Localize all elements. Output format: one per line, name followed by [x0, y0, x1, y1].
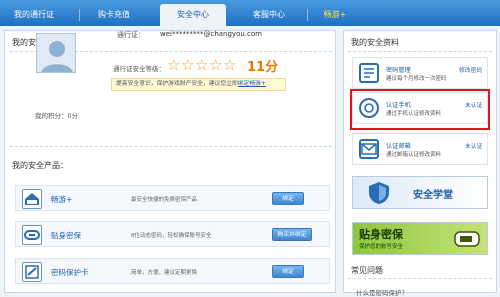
verify-email-status[interactable]: 未认证	[465, 141, 482, 150]
email-icon	[359, 139, 379, 159]
faq-item[interactable]: 什么是密码保护？	[356, 287, 408, 297]
faq-title: 常见问题	[351, 266, 383, 275]
star-icon: ☆	[209, 56, 223, 74]
passport-value: wei*********@changyou.com	[160, 30, 262, 38]
password-management-item[interactable]: 密码管理 建议每个月修改一次密码 修改密码	[352, 57, 488, 89]
product-name: 畅游+	[51, 195, 73, 204]
divider	[348, 51, 492, 52]
security-profile-title: 我的安全资料	[351, 38, 399, 47]
tab-buy-card[interactable]: 购卡充值	[82, 4, 146, 26]
token-device-icon	[454, 231, 480, 247]
divider	[348, 278, 492, 279]
bind-button[interactable]: 绑定	[272, 192, 304, 205]
security-school-banner[interactable]: 安全学堂	[352, 176, 488, 209]
tab-security-center[interactable]: 安全中心	[160, 4, 226, 26]
buy-and-bind-button[interactable]: 购买并绑定	[272, 228, 312, 241]
product-desc: 8位动态密码，轻松确保账号安全	[131, 233, 212, 239]
token-banner[interactable]: 贴身密保 保护您的帐号安全	[352, 222, 488, 255]
password-card-icon	[22, 262, 42, 282]
banner-title: 贴身密保	[359, 228, 403, 241]
star-icon: ☆	[167, 56, 181, 74]
product-row: 畅游+ 最安全快捷的免费密保产品 绑定	[15, 185, 330, 211]
highlight-box	[350, 89, 490, 130]
item-title: 密码管理	[386, 67, 411, 74]
star-icon: ☆	[195, 56, 209, 74]
tab-changyou-plus[interactable]: 畅游+	[312, 4, 358, 26]
shield-icon	[369, 182, 389, 204]
product-name: 密码保护卡	[51, 268, 89, 277]
token-icon	[22, 225, 42, 245]
banner-title: 安全学堂	[413, 190, 453, 201]
bind-button[interactable]: 绑定	[272, 265, 304, 278]
product-desc: 最安全快捷的免费密保产品	[131, 197, 198, 203]
products-title: 我的安全产品：	[12, 161, 68, 170]
tab-customer-service[interactable]: 客服中心	[240, 4, 298, 26]
star-icon: ☆	[223, 56, 237, 74]
tab-my-passport[interactable]: 我的通行证	[0, 4, 68, 26]
product-desc: 简单，方便，建议定期更换	[131, 270, 198, 276]
security-level-label: 通行证安全等级：	[113, 65, 165, 73]
house-icon	[22, 189, 42, 209]
item-title: 认证邮箱	[386, 143, 411, 150]
item-desc: 通过邮箱认证修改资料	[386, 152, 442, 158]
banner-subtitle: 保护您的帐号安全	[359, 244, 404, 250]
change-password-link[interactable]: 修改密码	[459, 65, 482, 74]
bind-changyou-link[interactable]: 绑定畅游+	[238, 81, 266, 87]
product-row: 密码保护卡 简单，方便，建议定期更换 绑定	[15, 258, 330, 284]
product-name: 贴身密保	[51, 231, 81, 240]
item-desc: 建议每个月修改一次密码	[386, 76, 447, 82]
user-silhouette-icon	[41, 41, 73, 72]
star-icon: ☆	[181, 56, 195, 74]
tab-separator	[79, 9, 80, 21]
verify-email-item[interactable]: 认证邮箱 通过邮箱认证修改资料 未认证	[352, 133, 488, 165]
password-icon	[359, 63, 379, 83]
divider	[10, 146, 332, 147]
points-label: 我的积分：0分	[35, 112, 79, 120]
avatar	[36, 33, 76, 73]
security-score: 11分	[247, 60, 279, 75]
product-row: 贴身密保 8位动态密码，轻松确保账号安全 购买并绑定	[15, 221, 330, 247]
security-tip: 提高安全意识，保护游戏财产安全，建议您立即绑定畅游+	[111, 78, 286, 91]
tab-separator	[307, 9, 308, 21]
top-nav: 我的通行证 购卡充值 安全中心 客服中心 畅游+	[0, 0, 500, 26]
passport-label: 通行证：	[117, 31, 145, 39]
